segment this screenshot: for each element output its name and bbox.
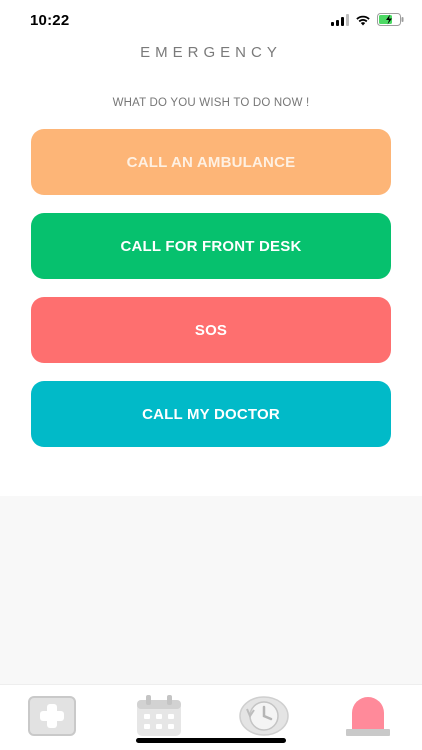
tab-emergency[interactable] — [340, 693, 396, 739]
tab-medical[interactable] — [24, 693, 80, 739]
status-bar: 10:22 — [0, 0, 422, 44]
empty-content-area — [0, 496, 422, 684]
tab-history[interactable] — [236, 693, 292, 739]
home-indicator — [136, 738, 286, 743]
status-time: 10:22 — [30, 12, 70, 29]
sos-button[interactable]: SOS — [31, 297, 391, 363]
status-icons — [331, 13, 404, 26]
signal-icon — [331, 13, 349, 26]
wifi-icon — [356, 15, 370, 25]
page-title: EMERGENCY — [140, 44, 282, 61]
tab-calendar[interactable] — [131, 693, 187, 739]
history-clock-icon — [239, 696, 289, 736]
call-front-desk-button[interactable]: CALL FOR FRONT DESK — [31, 213, 391, 279]
call-ambulance-button[interactable]: CALL AN AMBULANCE — [31, 129, 391, 195]
call-doctor-label: CALL MY DOCTOR — [142, 405, 280, 423]
prompt-text: WHAT DO YOU WISH TO DO NOW ! — [112, 97, 310, 109]
call-ambulance-label: CALL AN AMBULANCE — [126, 153, 296, 171]
calendar-icon — [137, 695, 181, 736]
medical-cross-icon — [28, 696, 76, 736]
sos-label: SOS — [194, 321, 228, 339]
call-front-desk-label: CALL FOR FRONT DESK — [120, 237, 302, 255]
call-doctor-button[interactable]: CALL MY DOCTOR — [31, 381, 391, 447]
emergency-siren-icon — [346, 697, 390, 736]
battery-charging-icon — [377, 13, 404, 26]
